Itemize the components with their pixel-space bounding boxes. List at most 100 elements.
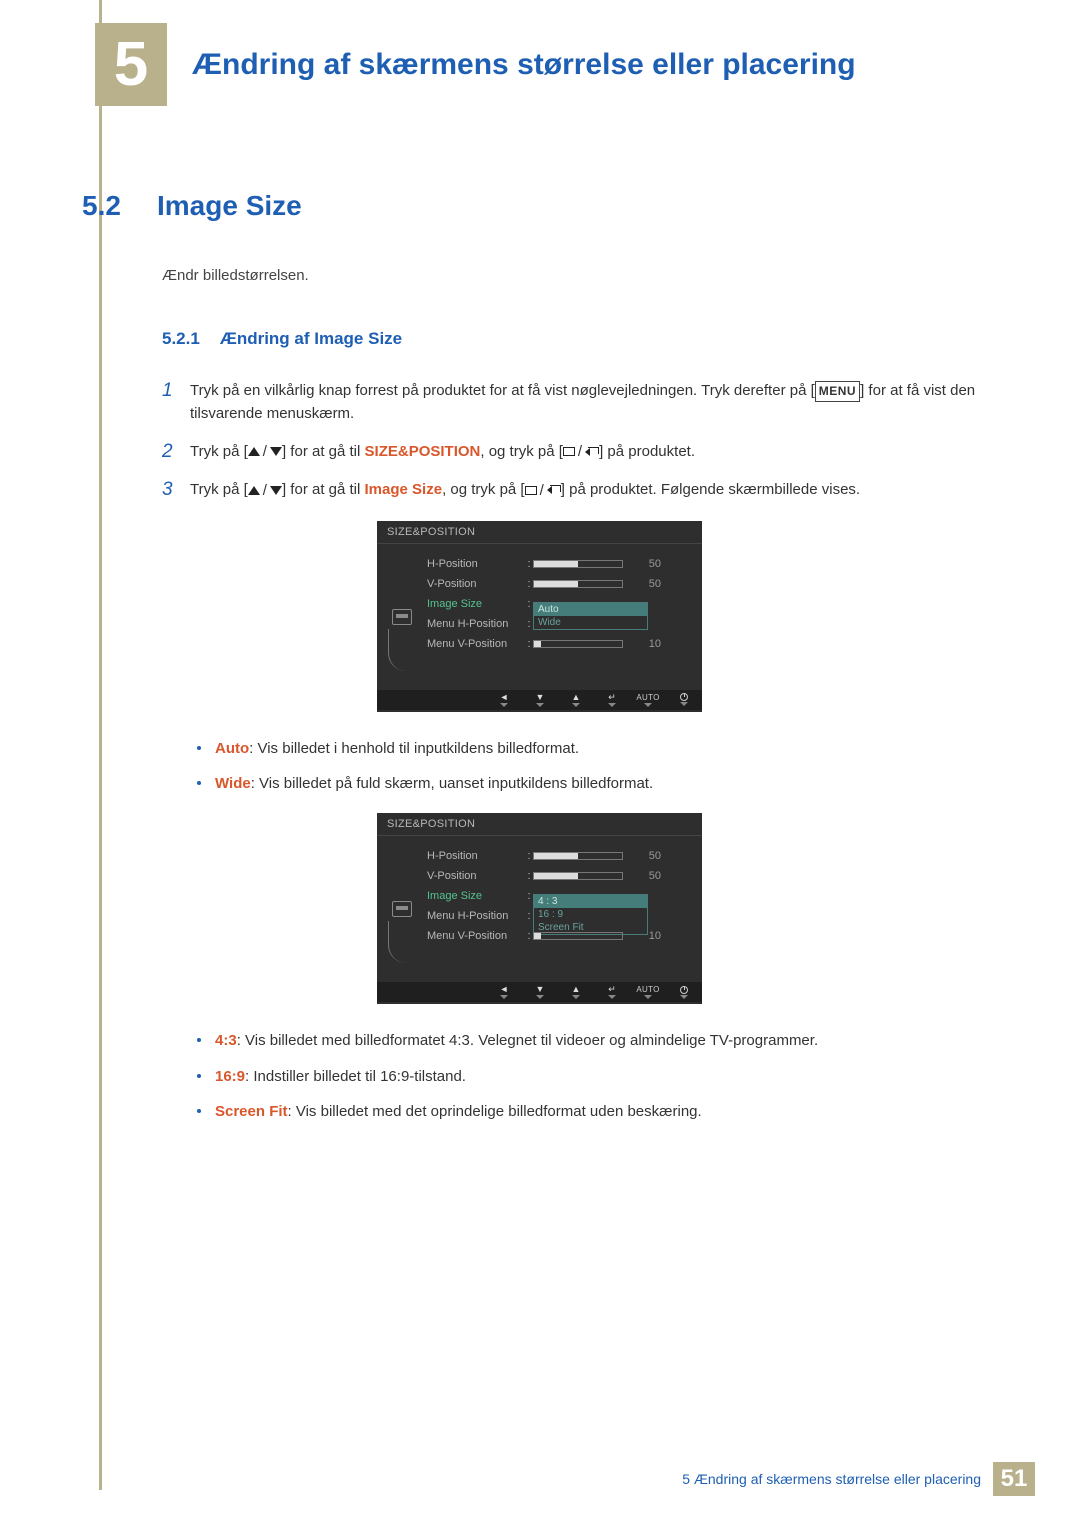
menu-button-label: MENU — [815, 381, 860, 402]
section-heading-row: 5.2 Image Size — [82, 190, 997, 222]
nav-up-icon: ▲ — [558, 982, 594, 1002]
select-enter-icon: / — [525, 479, 561, 502]
step-body: Tryk på en vilkårlig knap forrest på pro… — [190, 379, 997, 426]
section-intro: Ændr billedstørrelsen. — [162, 267, 997, 284]
osd-row-vpos: V-Position : 50 — [427, 574, 692, 594]
step-3: 3 Tryk på [/] for at gå til Image Size, … — [162, 478, 997, 503]
chapter-header: 5 Ændring af skærmens størrelse eller pl… — [95, 23, 856, 106]
osd-arc-decor — [388, 921, 416, 963]
bullet-dot-icon — [197, 781, 201, 785]
osd-label-active: Image Size — [427, 598, 525, 610]
osd-screenshot-2: SIZE&POSITION H-Position : 50 V-Position — [82, 813, 997, 1004]
bullet-body: Auto: Vis billedet i henhold til inputki… — [215, 737, 997, 760]
page-footer: 5 Ændring af skærmens størrelse eller pl… — [682, 1462, 1035, 1496]
bullet-text: : Vis billedet med det oprindelige bille… — [288, 1103, 702, 1120]
dropdown-option: 16 : 9 — [534, 908, 647, 921]
bullet-keyword: Wide — [215, 775, 251, 792]
bullet-keyword: 16:9 — [215, 1068, 245, 1085]
osd-colon: : — [525, 930, 533, 942]
osd-dropdown: Auto Wide — [533, 602, 648, 630]
dropdown-option-selected: 4 : 3 — [534, 895, 647, 908]
nav-back-icon: ◄ — [486, 982, 522, 1002]
bullet-list-2: 4:3: Vis billedet med billedformatet 4:3… — [197, 1029, 997, 1123]
osd-colon: : — [525, 578, 533, 590]
osd-slider — [533, 932, 633, 940]
subsection-title: Ændring af Image Size — [220, 329, 402, 349]
osd-row-imagesize: Image Size : Auto Wide — [427, 594, 692, 614]
step-1: 1 Tryk på en vilkårlig knap forrest på p… — [162, 379, 997, 426]
osd-items: H-Position : 50 V-Position : 50 Image Si… — [427, 554, 702, 682]
up-down-icon: / — [248, 479, 282, 502]
osd-row-imagesize: Image Size : 4 : 3 16 : 9 Screen Fit — [427, 886, 692, 906]
bullet-dot-icon — [197, 1109, 201, 1113]
osd-row-vpos: V-Position : 50 — [427, 866, 692, 886]
bullet-body: Wide: Vis billedet på fuld skærm, uanset… — [215, 772, 997, 795]
chapter-title: Ændring af skærmens størrelse eller plac… — [192, 48, 856, 82]
bullet-text: : Vis billedet i henhold til inputkilden… — [249, 740, 579, 757]
step-2: 2 Tryk på [/] for at gå til SIZE&POSITIO… — [162, 440, 997, 465]
osd-colon: : — [525, 618, 533, 630]
osd-body: H-Position : 50 V-Position : 50 Image Si… — [377, 544, 702, 690]
osd-label: V-Position — [427, 870, 525, 882]
step2-text-d: ] på produktet. — [599, 443, 695, 460]
step-number: 2 — [162, 440, 190, 465]
size-position-icon — [392, 609, 412, 625]
osd-items: H-Position : 50 V-Position : 50 Image Si… — [427, 846, 702, 974]
osd-value: 50 — [633, 578, 661, 590]
osd-slider — [533, 640, 633, 648]
osd-colon: : — [525, 890, 533, 902]
bullet-item: Wide: Vis billedet på fuld skærm, uanset… — [197, 772, 997, 795]
osd-value: 50 — [633, 850, 661, 862]
nav-enter-icon: ↵ — [594, 982, 630, 1002]
osd-side — [377, 554, 427, 682]
step1-text-a: Tryk på en vilkårlig knap forrest på pro… — [190, 382, 815, 399]
nav-up-icon: ▲ — [558, 690, 594, 710]
bullet-item: Screen Fit: Vis billedet med det oprinde… — [197, 1100, 997, 1123]
nav-down-icon: ▼ — [522, 690, 558, 710]
bullet-item: 16:9: Indstiller billedet til 16:9-tilst… — [197, 1065, 997, 1088]
osd-side — [377, 846, 427, 974]
bullet-dot-icon — [197, 746, 201, 750]
up-down-icon: / — [248, 440, 282, 463]
step-number: 1 — [162, 379, 190, 404]
osd-colon: : — [525, 598, 533, 610]
step2-text-b: ] for at gå til — [282, 443, 365, 460]
nav-down-icon: ▼ — [522, 982, 558, 1002]
dropdown-option-selected: Auto — [534, 603, 647, 616]
bullet-list-1: Auto: Vis billedet i henhold til inputki… — [197, 737, 997, 796]
size-position-icon — [392, 901, 412, 917]
osd-title: SIZE&POSITION — [377, 521, 702, 544]
keyword-size-position: SIZE&POSITION — [365, 443, 481, 460]
bullet-dot-icon — [197, 1038, 201, 1042]
osd-row-hpos: H-Position : 50 — [427, 846, 692, 866]
dropdown-option: Wide — [534, 616, 647, 629]
osd-label: H-Position — [427, 558, 525, 570]
step3-text-c: , og tryk på [ — [442, 481, 525, 498]
osd-label: H-Position — [427, 850, 525, 862]
nav-enter-icon: ↵ — [594, 690, 630, 710]
bullet-body: Screen Fit: Vis billedet med det oprinde… — [215, 1100, 997, 1123]
footer-page-number: 51 — [993, 1462, 1035, 1496]
nav-auto-label: AUTO — [630, 982, 666, 1002]
keyword-image-size: Image Size — [365, 481, 443, 498]
bullet-keyword: 4:3 — [215, 1032, 237, 1049]
nav-back-icon: ◄ — [486, 690, 522, 710]
osd-label: Menu H-Position — [427, 618, 525, 630]
osd-colon: : — [525, 558, 533, 570]
footer-text: 5 Ændring af skærmens størrelse eller pl… — [682, 1471, 981, 1487]
bullet-item: Auto: Vis billedet i henhold til inputki… — [197, 737, 997, 760]
osd-value: 50 — [633, 870, 661, 882]
osd-label: Menu H-Position — [427, 910, 525, 922]
section-title: Image Size — [157, 190, 302, 222]
osd-slider — [533, 872, 633, 880]
osd-label: V-Position — [427, 578, 525, 590]
osd-nav-bar: ◄ ▼ ▲ ↵ AUTO — [377, 982, 702, 1002]
step-body: Tryk på [/] for at gå til SIZE&POSITION,… — [190, 440, 997, 464]
osd-row-hpos: H-Position : 50 — [427, 554, 692, 574]
osd-colon: : — [525, 910, 533, 922]
osd-value: 10 — [633, 638, 661, 650]
nav-power-icon — [666, 982, 702, 1002]
osd-label-active: Image Size — [427, 890, 525, 902]
osd-colon: : — [525, 870, 533, 882]
nav-power-icon — [666, 690, 702, 710]
